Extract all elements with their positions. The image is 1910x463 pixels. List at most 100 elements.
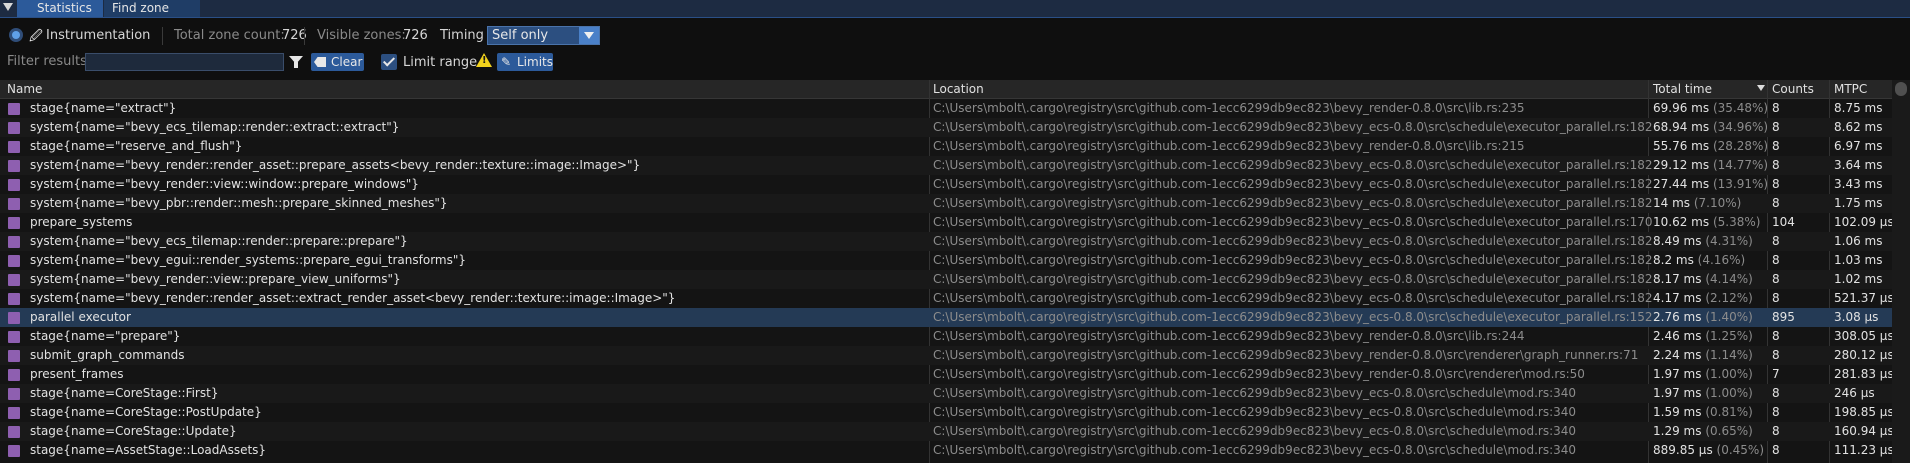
zone-total-time: 10.62 ms (5.38%): [1653, 213, 1760, 232]
zone-location: C:\Users\mbolt\.cargo\registry\src\githu…: [933, 253, 1653, 267]
table-row[interactable]: system{name="bevy_render::view::prepare_…: [0, 270, 1892, 289]
zone-color-swatch: [8, 141, 20, 153]
visible-zone-label: Visible zones:: [317, 28, 406, 43]
zone-total-time: 68.94 ms (34.96%): [1653, 118, 1768, 137]
zone-count: 8: [1772, 101, 1780, 115]
zone-location: C:\Users\mbolt\.cargo\registry\src\githu…: [933, 310, 1653, 324]
table-row[interactable]: system{name="bevy_pbr::render::mesh::pre…: [0, 194, 1892, 213]
zone-total-time: 14 ms (7.10%): [1653, 194, 1741, 213]
zone-count: 8: [1772, 424, 1780, 438]
table-row[interactable]: parallel executor C:\Users\mbolt\.cargo\r…: [0, 308, 1892, 327]
table-row[interactable]: present_frames C:\Users\mbolt\.cargo\regi…: [0, 365, 1894, 384]
table-row[interactable]: system{name="bevy_render::render_asset::…: [0, 289, 1894, 308]
time-value: 29.12 ms: [1653, 158, 1710, 172]
time-percent: (5.38%): [1712, 215, 1761, 229]
timing-select-value: Self only: [492, 28, 549, 43]
tab-find-zone[interactable]: Find zone: [104, 0, 200, 17]
zone-count: 8: [1772, 405, 1780, 419]
zone-location: C:\Users\mbolt\.cargo\registry\src\githu…: [933, 177, 1653, 191]
time-value: 4.17 ms: [1653, 291, 1702, 305]
time-value: 14 ms: [1653, 196, 1691, 210]
table-header: Name Location Total time Counts MTPC: [0, 80, 1892, 99]
zone-total-time: 8.17 ms (4.14%): [1653, 270, 1753, 289]
zone-mtpc: 246 µs: [1834, 386, 1875, 400]
table-row[interactable]: stage{name=CoreStage::First} C:\Users\mbo…: [0, 384, 1892, 403]
zone-color-swatch: [8, 369, 20, 381]
tab-statistics[interactable]: Statistics: [17, 0, 103, 17]
warning-icon: !: [476, 53, 492, 67]
clear-button-label: Clear: [331, 55, 363, 69]
mode-label: Instrumentation: [46, 28, 151, 43]
time-percent: (14.77%): [1712, 158, 1769, 172]
zone-count: 8: [1772, 329, 1780, 343]
zone-count: 8: [1772, 196, 1780, 210]
zone-total-time: 2.46 ms (1.25%): [1653, 327, 1753, 346]
table-row[interactable]: stage{name=AssetStage::LoadAssets} C:\Use…: [0, 441, 1894, 460]
column-header-total-time[interactable]: Total time: [1653, 82, 1712, 96]
zone-total-time: 69.96 ms (35.48%): [1653, 99, 1768, 118]
zone-color-swatch: [8, 103, 20, 115]
zone-mtpc: 1.06 ms: [1834, 234, 1883, 248]
zone-color-swatch: [8, 293, 20, 305]
filter-input[interactable]: [85, 53, 284, 71]
zone-mtpc: 198.85 µs: [1834, 405, 1894, 419]
zone-total-time: 1.97 ms (1.00%): [1653, 384, 1753, 403]
table-row[interactable]: system{name="bevy_ecs_tilemap::render::e…: [0, 118, 1892, 137]
time-percent: (1.25%): [1705, 329, 1753, 343]
zone-mtpc: 160.94 µs: [1834, 424, 1894, 438]
visible-zone-value: 726: [403, 28, 428, 43]
zone-count: 7: [1772, 367, 1780, 381]
zone-location: C:\Users\mbolt\.cargo\registry\src\githu…: [933, 405, 1577, 419]
column-header-mtpc[interactable]: MTPC: [1834, 82, 1867, 96]
table-row[interactable]: system{name="bevy_egui::render_systems::…: [0, 251, 1892, 270]
table-row[interactable]: stage{name=CoreStage::PostUpdate} C:\User…: [0, 403, 1894, 422]
zone-mtpc: 521.37 µs: [1834, 291, 1894, 305]
column-header-counts[interactable]: Counts: [1772, 82, 1814, 96]
table-row[interactable]: stage{name=CoreStage::Update} C:\Users\mb…: [0, 422, 1894, 441]
timing-select[interactable]: Self only: [487, 26, 600, 45]
time-percent: (4.14%): [1705, 272, 1753, 286]
zone-color-swatch: [8, 407, 20, 419]
time-percent: (1.40%): [1705, 310, 1753, 324]
column-header-location[interactable]: Location: [933, 82, 984, 96]
table-row[interactable]: stage{name="reserve_and_flush"} C:\Users\…: [0, 137, 1892, 156]
zone-name: prepare_systems: [30, 215, 133, 229]
limits-button[interactable]: ✎ Limits: [497, 53, 553, 71]
zone-location: C:\Users\mbolt\.cargo\registry\src\githu…: [933, 386, 1577, 400]
scrollbar-thumb[interactable]: [1895, 82, 1907, 96]
table-row[interactable]: submit_graph_commands C:\Users\mbolt\.car…: [0, 346, 1894, 365]
vertical-scrollbar[interactable]: [1892, 80, 1910, 463]
zone-mtpc: 1.75 ms: [1834, 196, 1883, 210]
table-row[interactable]: system{name="bevy_render::render_asset::…: [0, 156, 1892, 175]
table-row[interactable]: stage{name="prepare"} C:\Users\mbolt\.car…: [0, 327, 1894, 346]
time-value: 1.97 ms: [1653, 367, 1702, 381]
time-value: 2.46 ms: [1653, 329, 1702, 343]
time-percent: (0.65%): [1705, 424, 1753, 438]
zone-name: stage{name="reserve_and_flush"}: [30, 139, 243, 153]
zone-name: system{name="bevy_render::view::window::…: [30, 177, 419, 191]
limit-range-checkbox[interactable]: [381, 54, 397, 70]
table-row[interactable]: system{name="bevy_ecs_tilemap::render::p…: [0, 232, 1892, 251]
time-value: 1.29 ms: [1653, 424, 1702, 438]
zone-location: C:\Users\mbolt\.cargo\registry\src\githu…: [933, 272, 1653, 286]
zone-mtpc: 6.97 ms: [1834, 139, 1883, 153]
table-row[interactable]: prepare_systems C:\Users\mbolt\.cargo\reg…: [0, 213, 1894, 232]
time-percent: (28.28%): [1712, 139, 1769, 153]
zone-name: system{name="bevy_ecs_tilemap::render::p…: [30, 234, 408, 248]
zone-name: stage{name=CoreStage::PostUpdate}: [30, 405, 262, 419]
toolbar-filter: Filter results Clear Limit range ! ✎ Lim…: [0, 52, 1910, 74]
time-value: 1.59 ms: [1653, 405, 1702, 419]
clear-button[interactable]: Clear: [311, 53, 364, 71]
time-value: 55.76 ms: [1653, 139, 1710, 153]
zone-total-time: 27.44 ms (13.91%): [1653, 175, 1768, 194]
instrumentation-radio[interactable]: [9, 28, 23, 42]
time-percent: (35.48%): [1712, 101, 1769, 115]
zone-name: system{name="bevy_ecs_tilemap::render::e…: [30, 120, 400, 134]
table-row[interactable]: stage{name="extract"} C:\Users\mbolt\.car…: [0, 99, 1892, 118]
collapse-arrow-icon[interactable]: [3, 3, 13, 11]
column-header-name[interactable]: Name: [7, 82, 42, 96]
time-value: 1.97 ms: [1653, 386, 1702, 400]
table-row[interactable]: system{name="bevy_render::view::window::…: [0, 175, 1892, 194]
sort-descending-icon: [1757, 85, 1765, 91]
time-value: 2.76 ms: [1653, 310, 1702, 324]
